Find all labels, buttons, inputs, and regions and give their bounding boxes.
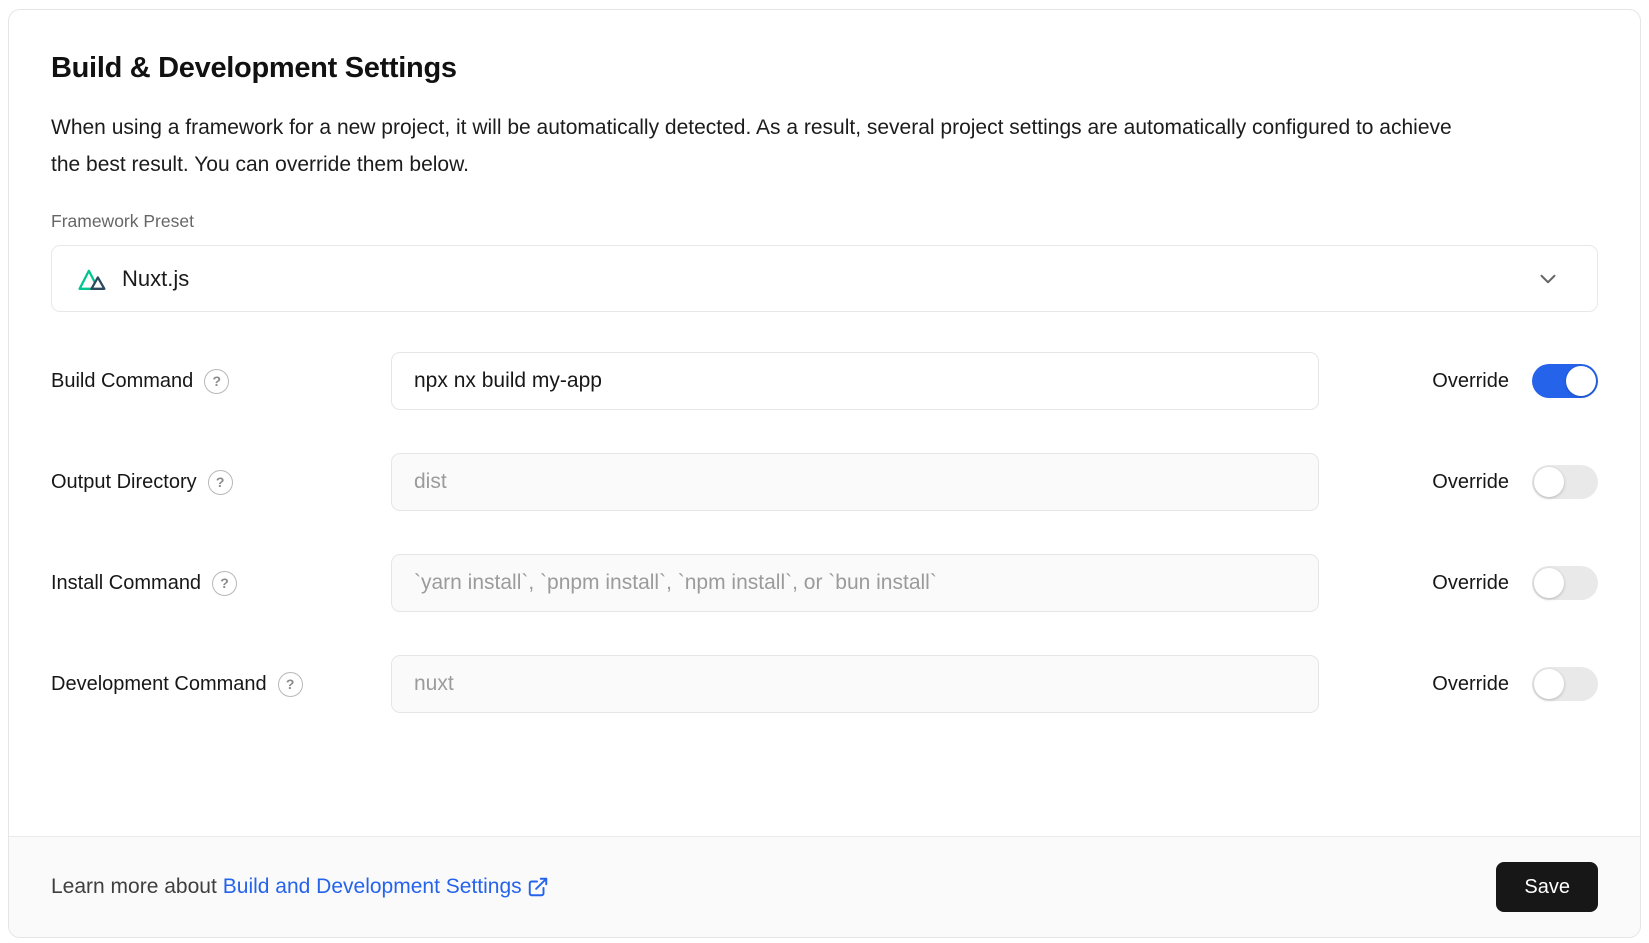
development-command-input[interactable] [391,655,1319,713]
development-command-label: Development Command [51,673,267,696]
build-command-label: Build Command [51,370,193,393]
toggle-knob [1534,669,1564,699]
framework-preset-value: Nuxt.js [122,266,189,292]
output-directory-override-toggle[interactable] [1532,465,1598,499]
override-group: Override [1432,465,1598,499]
toggle-knob [1534,568,1564,598]
question-mark-icon[interactable]: ? [278,672,303,697]
row-label-wrap: Build Command ? [51,369,391,394]
install-command-label: Install Command [51,572,201,595]
build-settings-card: Build & Development Settings When using … [8,9,1641,938]
development-command-override-toggle[interactable] [1532,667,1598,701]
toggle-knob [1566,366,1596,396]
page-description: When using a framework for a new project… [51,109,1471,183]
build-command-override-toggle[interactable] [1532,364,1598,398]
external-link-icon [527,876,549,898]
development-command-row: Development Command ? Override [51,655,1598,713]
output-directory-input[interactable] [391,453,1319,511]
override-label: Override [1432,471,1509,494]
footer-learn-more: Learn more about Build and Development S… [51,875,549,899]
output-directory-label: Output Directory [51,471,197,494]
row-label-wrap: Install Command ? [51,571,391,596]
framework-preset-select[interactable]: Nuxt.js [51,245,1598,312]
build-command-input[interactable] [391,352,1319,410]
page-title: Build & Development Settings [51,52,1598,85]
install-command-row: Install Command ? Override [51,554,1598,612]
override-label: Override [1432,673,1509,696]
install-command-override-toggle[interactable] [1532,566,1598,600]
card-body: Build & Development Settings When using … [9,10,1640,836]
override-label: Override [1432,370,1509,393]
chevron-down-icon [1535,266,1561,292]
nuxt-logo-icon [76,262,109,295]
save-button[interactable]: Save [1496,862,1598,912]
question-mark-icon[interactable]: ? [208,470,233,495]
override-label: Override [1432,572,1509,595]
card-footer: Learn more about Build and Development S… [9,836,1640,937]
output-directory-row: Output Directory ? Override [51,453,1598,511]
override-group: Override [1432,364,1598,398]
row-label-wrap: Output Directory ? [51,470,391,495]
install-command-input[interactable] [391,554,1319,612]
learn-more-prefix: Learn more about [51,875,217,899]
row-label-wrap: Development Command ? [51,672,391,697]
build-command-row: Build Command ? Override [51,352,1598,410]
question-mark-icon[interactable]: ? [212,571,237,596]
build-settings-docs-link[interactable]: Build and Development Settings [223,875,549,899]
override-group: Override [1432,566,1598,600]
toggle-knob [1534,467,1564,497]
question-mark-icon[interactable]: ? [204,369,229,394]
settings-rows: Build Command ? Override Output Director… [51,352,1598,713]
docs-link-label: Build and Development Settings [223,875,522,899]
framework-preset-label: Framework Preset [51,211,1598,232]
override-group: Override [1432,667,1598,701]
